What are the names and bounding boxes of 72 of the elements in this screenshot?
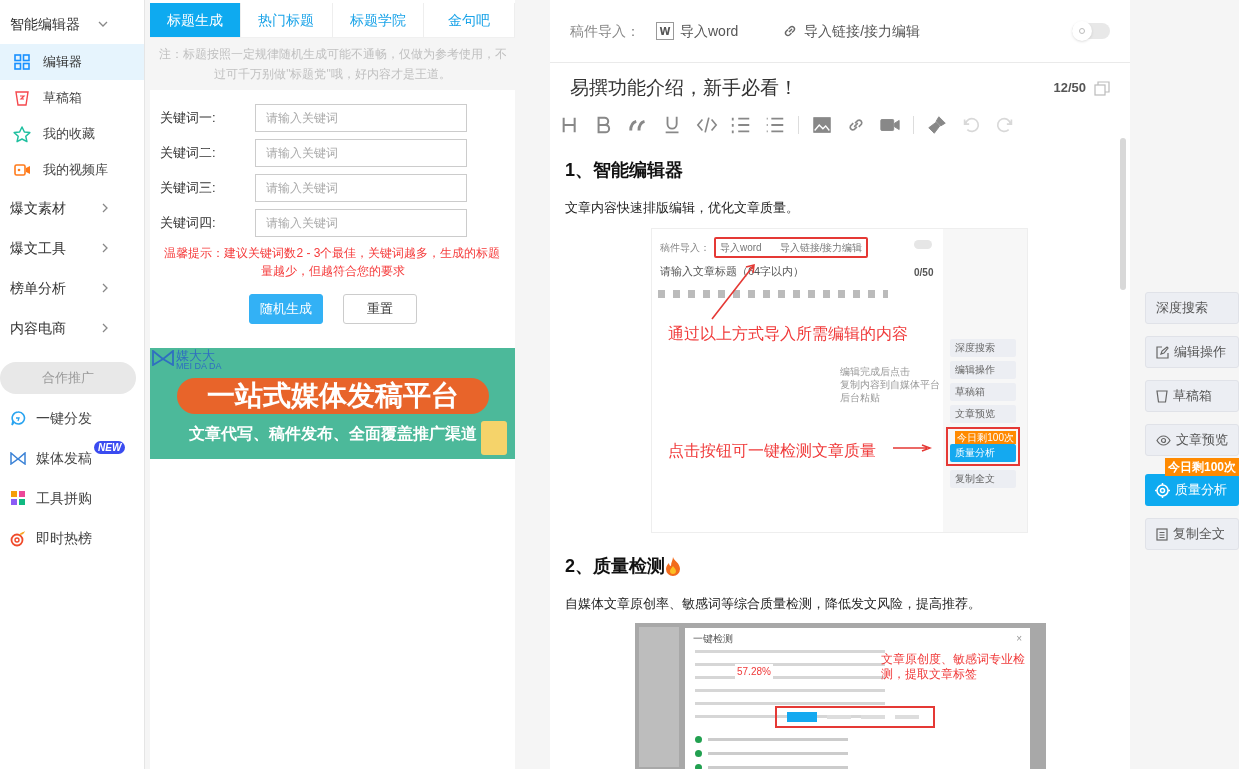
sidebar-item[interactable]: 工具拼购 <box>0 478 144 518</box>
word-document-icon: W <box>656 22 674 40</box>
action-button[interactable]: 草稿箱 <box>1145 380 1239 412</box>
section-label: 合作推广 <box>0 362 136 394</box>
target-icon <box>1155 482 1170 498</box>
sidebar-item[interactable]: 我的收藏 <box>0 116 144 152</box>
cartoon-figure-drawing <box>481 421 507 455</box>
keyword-input[interactable]: 请输入关键词 <box>255 139 467 167</box>
action-button[interactable]: 编辑操作 <box>1145 336 1239 368</box>
sidebar-item[interactable]: 我的视频库 <box>0 152 144 188</box>
headline-pill: 一站式媒体发稿平台 <box>176 378 489 414</box>
import-word-link[interactable]: W 导入word <box>656 20 739 42</box>
field-label: 关键词三: <box>160 179 217 198</box>
annotation-text: 通过以上方式导入所需编辑的内容 <box>668 323 908 344</box>
modal-title: 一键检测 <box>693 632 733 646</box>
sidebar-item[interactable]: 编辑器 <box>0 44 144 80</box>
action-button[interactable]: 复制全文 <box>1145 518 1239 550</box>
document-icon <box>1156 527 1168 541</box>
sidebar-item[interactable]: 即时热榜 <box>0 518 144 558</box>
annotation-text: 点击按钮可一键检测文章质量 <box>668 440 876 461</box>
brand-latin: MEI DA DA <box>176 362 222 371</box>
highlight-frame: 导入word 导入链接/接力编辑 <box>714 236 869 258</box>
eye-icon <box>1156 434 1171 446</box>
field-label: 关键词二: <box>160 144 217 163</box>
paragraph: 文章内容快速排版编辑，优化文章质量。 <box>565 199 800 217</box>
action-button[interactable]: 文章预览 <box>1145 424 1239 456</box>
image-icon[interactable] <box>811 114 833 136</box>
sidebar-item[interactable]: 草稿箱 <box>0 80 144 116</box>
count-badge: 今日剩100次 <box>1164 458 1239 476</box>
sidebar-group[interactable]: 榜单分析 <box>0 268 144 308</box>
sidebar-item[interactable]: 媒体发稿 NEW <box>0 438 144 478</box>
logo-icon <box>10 451 26 465</box>
action-button[interactable]: 深度搜索 <box>1145 292 1239 324</box>
import-label: 稿件导入： <box>570 21 640 41</box>
logo-icon <box>152 350 174 366</box>
field-label: 关键词四: <box>160 214 217 233</box>
toggle-switch[interactable] <box>1072 23 1110 39</box>
brand-name: 媒大大 <box>176 349 215 362</box>
sidebar-group[interactable]: 爆文工具 <box>0 228 144 268</box>
grid-icon <box>14 54 30 70</box>
banner-subline: 文章代写、稿件发布、全面覆盖推广渠道 <box>188 424 477 444</box>
tip-text: 温馨提示：建议关键词数2 - 3个最佳，关键词越多，生成的标题量越少，但越符合您的要求 <box>163 245 502 280</box>
char-count: 0/50 <box>914 265 934 280</box>
field-label: 关键词一: <box>160 109 217 128</box>
paragraph: 自媒体文章原创率、敏感词等综合质量检测，降低发文风险，提高推荐。 <box>565 594 982 613</box>
scrollbar[interactable] <box>1120 138 1126 290</box>
article-title: 易撰功能介绍，新手必看！ <box>570 75 798 100</box>
hint-text: 编辑完成后点击 复制内容到自媒体平台 后台粘贴 <box>840 364 940 404</box>
sidebar-group[interactable]: 智能编辑器 <box>0 4 144 44</box>
percent-text: 57.28% <box>735 664 773 679</box>
edit-icon <box>1156 345 1169 359</box>
import-link[interactable]: 导入链接/接力编辑 <box>782 20 921 42</box>
bin-icon <box>15 90 29 106</box>
colorful-logo-icon <box>10 490 26 506</box>
mini-label: 稿件导入： <box>660 240 710 255</box>
keyword-input[interactable]: 请输入关键词 <box>255 209 467 237</box>
sidebar-group[interactable]: 内容电商 <box>0 308 144 348</box>
section-heading: 1、智能编辑器 <box>565 159 683 182</box>
brush-icon[interactable] <box>926 114 948 136</box>
char-count: 12/50 <box>1053 79 1086 98</box>
keyword-input[interactable]: 请输入关键词 <box>255 104 467 132</box>
reset-button[interactable]: 重置 <box>342 294 417 324</box>
sidebar-item[interactable]: 一键分发 <box>0 398 144 438</box>
video-camera-icon <box>13 164 31 176</box>
keyword-input[interactable]: 请输入关键词 <box>255 174 467 202</box>
sidebar-group[interactable]: 爆文素材 <box>0 188 144 228</box>
arrow <box>892 443 932 452</box>
annotation-text: 文章原创度、敏感词专业检测，提取文章标签 <box>881 652 1026 682</box>
new-badge: NEW <box>94 441 126 454</box>
star-icon <box>13 125 31 143</box>
section-heading: 2、质量检测 <box>565 554 665 578</box>
bin-icon <box>1156 389 1168 403</box>
